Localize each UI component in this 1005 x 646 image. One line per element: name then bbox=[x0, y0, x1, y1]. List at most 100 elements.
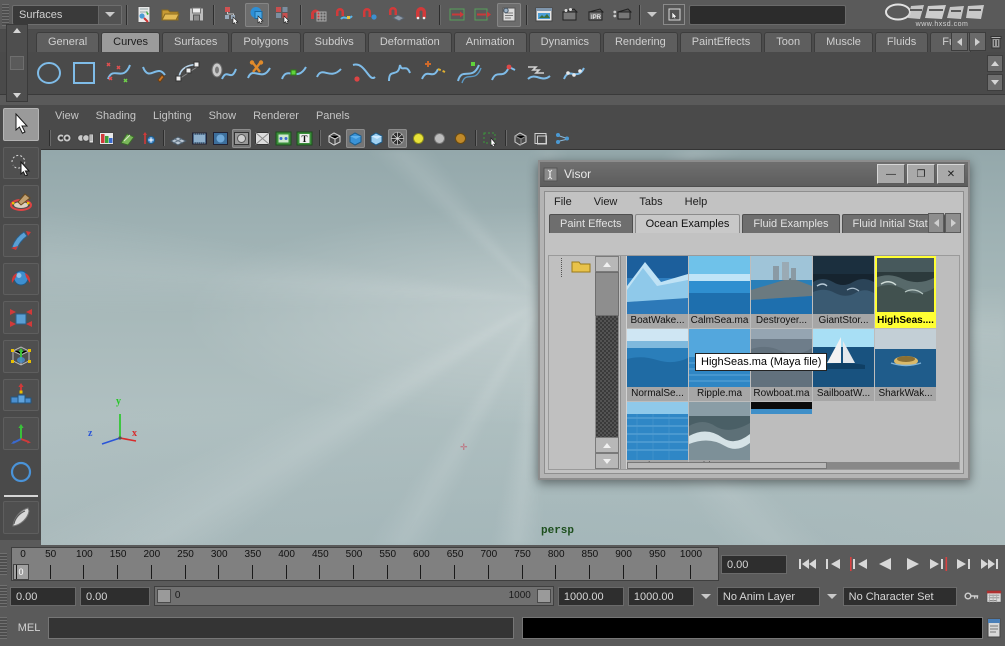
list-item[interactable]: Destroyer... bbox=[751, 256, 812, 328]
animation-preferences-icon[interactable] bbox=[986, 585, 1002, 607]
thumbnail-image[interactable] bbox=[875, 256, 936, 314]
new-scene-icon[interactable] bbox=[132, 3, 156, 27]
selection-mask-icon[interactable] bbox=[663, 4, 685, 25]
script-editor-icon[interactable] bbox=[986, 617, 1002, 639]
safe-action-icon[interactable] bbox=[274, 129, 293, 148]
grid-hscroll-thumb[interactable] bbox=[627, 462, 827, 469]
last-tool-used[interactable] bbox=[3, 456, 39, 489]
tree-scroll-track[interactable] bbox=[595, 316, 619, 437]
insert-knot-icon[interactable] bbox=[382, 56, 416, 90]
shelf-tab-animation[interactable]: Animation bbox=[454, 32, 527, 52]
play-backwards-button[interactable] bbox=[873, 553, 899, 575]
cv-hardness-icon[interactable] bbox=[487, 56, 521, 90]
list-item[interactable]: HighSeas.... bbox=[875, 256, 936, 328]
visor-minimize-button[interactable]: — bbox=[877, 164, 905, 184]
shelf-tab-deformation[interactable]: Deformation bbox=[368, 32, 452, 52]
shelf-tab-rendering[interactable]: Rendering bbox=[603, 32, 678, 52]
select-object-icon[interactable] bbox=[245, 3, 269, 27]
smooth-shade-all-icon[interactable] bbox=[346, 129, 365, 148]
attach-curves-icon[interactable] bbox=[242, 56, 276, 90]
render-globals-icon[interactable] bbox=[610, 3, 634, 27]
panel-menu-view[interactable]: View bbox=[55, 110, 79, 122]
shelf-tab-subdivs[interactable]: Subdivs bbox=[303, 32, 366, 52]
shelf-scroll-up-button[interactable] bbox=[987, 55, 1003, 72]
shelf-tab-dynamics[interactable]: Dynamics bbox=[529, 32, 601, 52]
panel-menu-lighting[interactable]: Lighting bbox=[153, 110, 192, 122]
list-item[interactable]: BoatWake... bbox=[627, 256, 688, 328]
ipr-render-icon[interactable]: IPR bbox=[584, 3, 608, 27]
camera-attributes-icon[interactable] bbox=[76, 129, 95, 148]
rotate-tool[interactable] bbox=[3, 263, 39, 296]
open-scene-icon[interactable] bbox=[158, 3, 182, 27]
visor-menu-tabs[interactable]: Tabs bbox=[639, 196, 662, 208]
move-tool[interactable] bbox=[3, 224, 39, 257]
visor-tab-fluid-examples[interactable]: Fluid Examples bbox=[742, 214, 839, 233]
tree-scroll-up-button[interactable] bbox=[595, 256, 619, 272]
menu-set-dropdown-arrow[interactable] bbox=[98, 6, 121, 24]
universal-manipulator[interactable] bbox=[3, 340, 39, 373]
animation-end-time-field[interactable]: 1000.00 bbox=[628, 587, 694, 606]
cv-curve-tool-icon[interactable] bbox=[102, 56, 136, 90]
visor-menu-help[interactable]: Help bbox=[685, 196, 708, 208]
visor-menu-file[interactable]: File bbox=[554, 196, 572, 208]
render-view-icon[interactable] bbox=[532, 3, 556, 27]
visor-close-button[interactable]: ✕ bbox=[937, 164, 965, 184]
select-camera-icon[interactable] bbox=[55, 129, 74, 148]
extend-curve-icon[interactable] bbox=[417, 56, 451, 90]
rebuild-curve-icon[interactable] bbox=[557, 56, 591, 90]
image-plane-icon[interactable] bbox=[97, 129, 116, 148]
save-scene-icon[interactable] bbox=[184, 3, 208, 27]
thumbnail-image[interactable] bbox=[627, 329, 688, 387]
resolution-gate-icon[interactable] bbox=[211, 129, 230, 148]
current-time-field[interactable]: 0.00 bbox=[721, 555, 787, 574]
shelf-scroll-down-button[interactable] bbox=[987, 74, 1003, 91]
shelf-tab-muscle[interactable]: Muscle bbox=[814, 32, 873, 52]
tree-scroll-up-button-2[interactable] bbox=[595, 437, 619, 453]
step-back-frame-button[interactable] bbox=[847, 553, 873, 575]
thumbnail-image[interactable] bbox=[689, 402, 750, 460]
list-item[interactable] bbox=[751, 402, 812, 469]
show-manipulator-tool[interactable] bbox=[3, 417, 39, 450]
shelf-tab-curves[interactable]: Curves bbox=[101, 32, 160, 52]
two-d-pan-zoom-icon[interactable] bbox=[139, 129, 158, 148]
exposure-icon[interactable] bbox=[553, 129, 572, 148]
panel-menu-panels[interactable]: Panels bbox=[316, 110, 350, 122]
visor-title-bar[interactable]: Visor — ❐ ✕ bbox=[540, 162, 968, 187]
arc-tool-icon[interactable] bbox=[172, 56, 206, 90]
render-current-frame-icon[interactable] bbox=[558, 3, 582, 27]
isolate-select-icon[interactable] bbox=[481, 129, 500, 148]
thumbnail-image[interactable] bbox=[875, 329, 936, 387]
step-forward-frame-button[interactable] bbox=[925, 553, 951, 575]
play-forwards-button[interactable] bbox=[899, 553, 925, 575]
visor-maximize-button[interactable]: ❐ bbox=[907, 164, 935, 184]
anim-layer-field[interactable]: No Anim Layer bbox=[717, 587, 820, 606]
safe-title-icon[interactable]: T bbox=[295, 129, 314, 148]
snap-curve-icon[interactable] bbox=[332, 3, 356, 27]
construction-history-icon[interactable] bbox=[497, 3, 521, 27]
field-chart-icon[interactable] bbox=[253, 129, 272, 148]
snap-plane-icon[interactable] bbox=[384, 3, 408, 27]
shelf-tab-fluids[interactable]: Fluids bbox=[875, 32, 928, 52]
range-start-field[interactable]: 0.00 bbox=[80, 587, 150, 606]
commandline-grip[interactable] bbox=[0, 617, 7, 639]
visor-tab-paint-effects[interactable]: Paint Effects bbox=[549, 214, 633, 233]
animation-start-time-field[interactable]: 0.00 bbox=[10, 587, 76, 606]
thumbnail-image[interactable] bbox=[689, 256, 750, 314]
select-hierarchy-icon[interactable] bbox=[219, 3, 243, 27]
go-to-start-button[interactable] bbox=[795, 553, 821, 575]
shelf-tab-polygons[interactable]: Polygons bbox=[231, 32, 300, 52]
list-item[interactable]: Underwat... bbox=[627, 402, 688, 469]
input-connections-icon[interactable] bbox=[445, 3, 469, 27]
open-close-curve-icon[interactable] bbox=[347, 56, 381, 90]
character-set-dropdown-arrow[interactable] bbox=[824, 587, 840, 605]
panel-menu-show[interactable]: Show bbox=[209, 110, 237, 122]
scale-tool[interactable] bbox=[3, 301, 39, 334]
thumbnail-image[interactable] bbox=[813, 256, 874, 314]
step-back-key-button[interactable] bbox=[821, 553, 847, 575]
visor-next-tab-button[interactable] bbox=[945, 213, 961, 233]
bookmark-icon[interactable] bbox=[118, 129, 137, 148]
snap-point-icon[interactable] bbox=[358, 3, 382, 27]
soft-modification-tool[interactable] bbox=[3, 379, 39, 412]
quick-select-input[interactable] bbox=[689, 5, 846, 25]
ep-curve-tool-icon[interactable] bbox=[137, 56, 171, 90]
